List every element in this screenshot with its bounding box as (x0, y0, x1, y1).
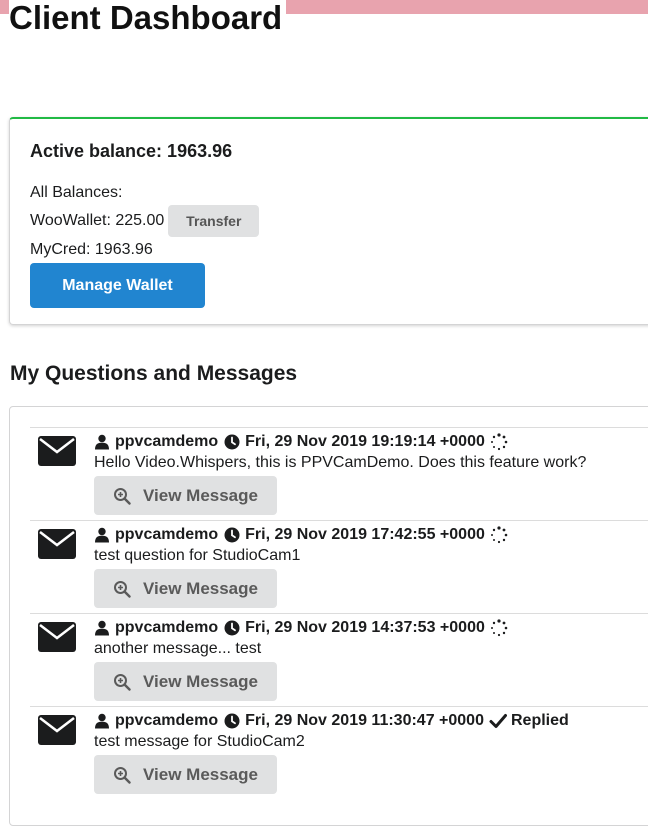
spinner-icon (490, 526, 508, 544)
spinner-icon (490, 433, 508, 451)
user-icon (95, 527, 109, 543)
clock-icon (224, 527, 240, 543)
message-text: another message... test (94, 640, 262, 657)
manage-wallet-button[interactable]: Manage Wallet (30, 263, 205, 308)
mycred-balance: MyCred: 1963.96 (30, 241, 153, 258)
active-balance: Active balance: 1963.96 (30, 141, 233, 161)
spinner-icon (490, 619, 508, 637)
zoom-in-icon (114, 487, 131, 505)
woo-wallet-row: WooWallet: 225.00 Transfer (30, 205, 260, 237)
message-item: ppvcamdemo Fri, 29 Nov 2019 11:30:47 +00… (30, 706, 648, 800)
message-date: Fri, 29 Nov 2019 17:42:55 +0000 (245, 526, 485, 543)
view-message-button[interactable]: View Message (94, 569, 277, 608)
user-icon (95, 713, 109, 729)
envelope-icon (38, 529, 76, 559)
page-title: Client Dashboard (9, 0, 287, 40)
clock-icon (224, 434, 240, 450)
view-message-label: View Message (143, 671, 258, 691)
message-header: ppvcamdemo Fri, 29 Nov 2019 11:30:47 +00… (94, 709, 569, 733)
message-item: ppvcamdemo Fri, 29 Nov 2019 14:37:53 +00… (30, 613, 648, 707)
view-message-button[interactable]: View Message (94, 755, 277, 794)
view-message-label: View Message (143, 578, 258, 598)
view-message-label: View Message (143, 764, 258, 784)
message-author: ppvcamdemo (115, 433, 219, 450)
check-icon (489, 714, 507, 728)
messages-heading: My Questions and Messages (10, 362, 298, 385)
view-message-button[interactable]: View Message (94, 662, 277, 701)
message-author: ppvcamdemo (115, 712, 219, 729)
transfer-button[interactable]: Transfer (168, 205, 260, 237)
message-text: Hello Video.Whispers, this is PPVCamDemo… (94, 454, 587, 471)
message-date: Fri, 29 Nov 2019 19:19:14 +0000 (245, 433, 485, 450)
message-header: ppvcamdemo Fri, 29 Nov 2019 19:19:14 +00… (94, 430, 512, 454)
view-message-label: View Message (143, 485, 258, 505)
user-icon (95, 620, 109, 636)
all-balances-label: All Balances: (30, 184, 123, 201)
message-text: test question for StudioCam1 (94, 547, 301, 564)
woo-wallet-balance: WooWallet: 225.00 (30, 212, 165, 229)
envelope-icon (38, 715, 76, 745)
message-text: test message for StudioCam2 (94, 733, 305, 750)
message-author: ppvcamdemo (115, 526, 219, 543)
message-header: ppvcamdemo Fri, 29 Nov 2019 17:42:55 +00… (94, 523, 512, 547)
message-date: Fri, 29 Nov 2019 14:37:53 +0000 (245, 619, 485, 636)
messages-card: ppvcamdemo Fri, 29 Nov 2019 19:19:14 +00… (9, 406, 648, 826)
message-item: ppvcamdemo Fri, 29 Nov 2019 17:42:55 +00… (30, 520, 648, 614)
message-author: ppvcamdemo (115, 619, 219, 636)
view-message-button[interactable]: View Message (94, 476, 277, 515)
message-item: ppvcamdemo Fri, 29 Nov 2019 19:19:14 +00… (30, 427, 648, 521)
wallet-card: Active balance: 1963.96 All Balances: Wo… (9, 117, 648, 325)
message-header: ppvcamdemo Fri, 29 Nov 2019 14:37:53 +00… (94, 616, 512, 640)
envelope-icon (38, 436, 76, 466)
zoom-in-icon (114, 673, 131, 691)
message-date: Fri, 29 Nov 2019 11:30:47 +0000 (245, 712, 484, 729)
zoom-in-icon (114, 580, 131, 598)
zoom-in-icon (114, 766, 131, 784)
clock-icon (224, 713, 240, 729)
envelope-icon (38, 622, 76, 652)
message-status: Replied (510, 712, 569, 729)
user-icon (95, 434, 109, 450)
clock-icon (224, 620, 240, 636)
